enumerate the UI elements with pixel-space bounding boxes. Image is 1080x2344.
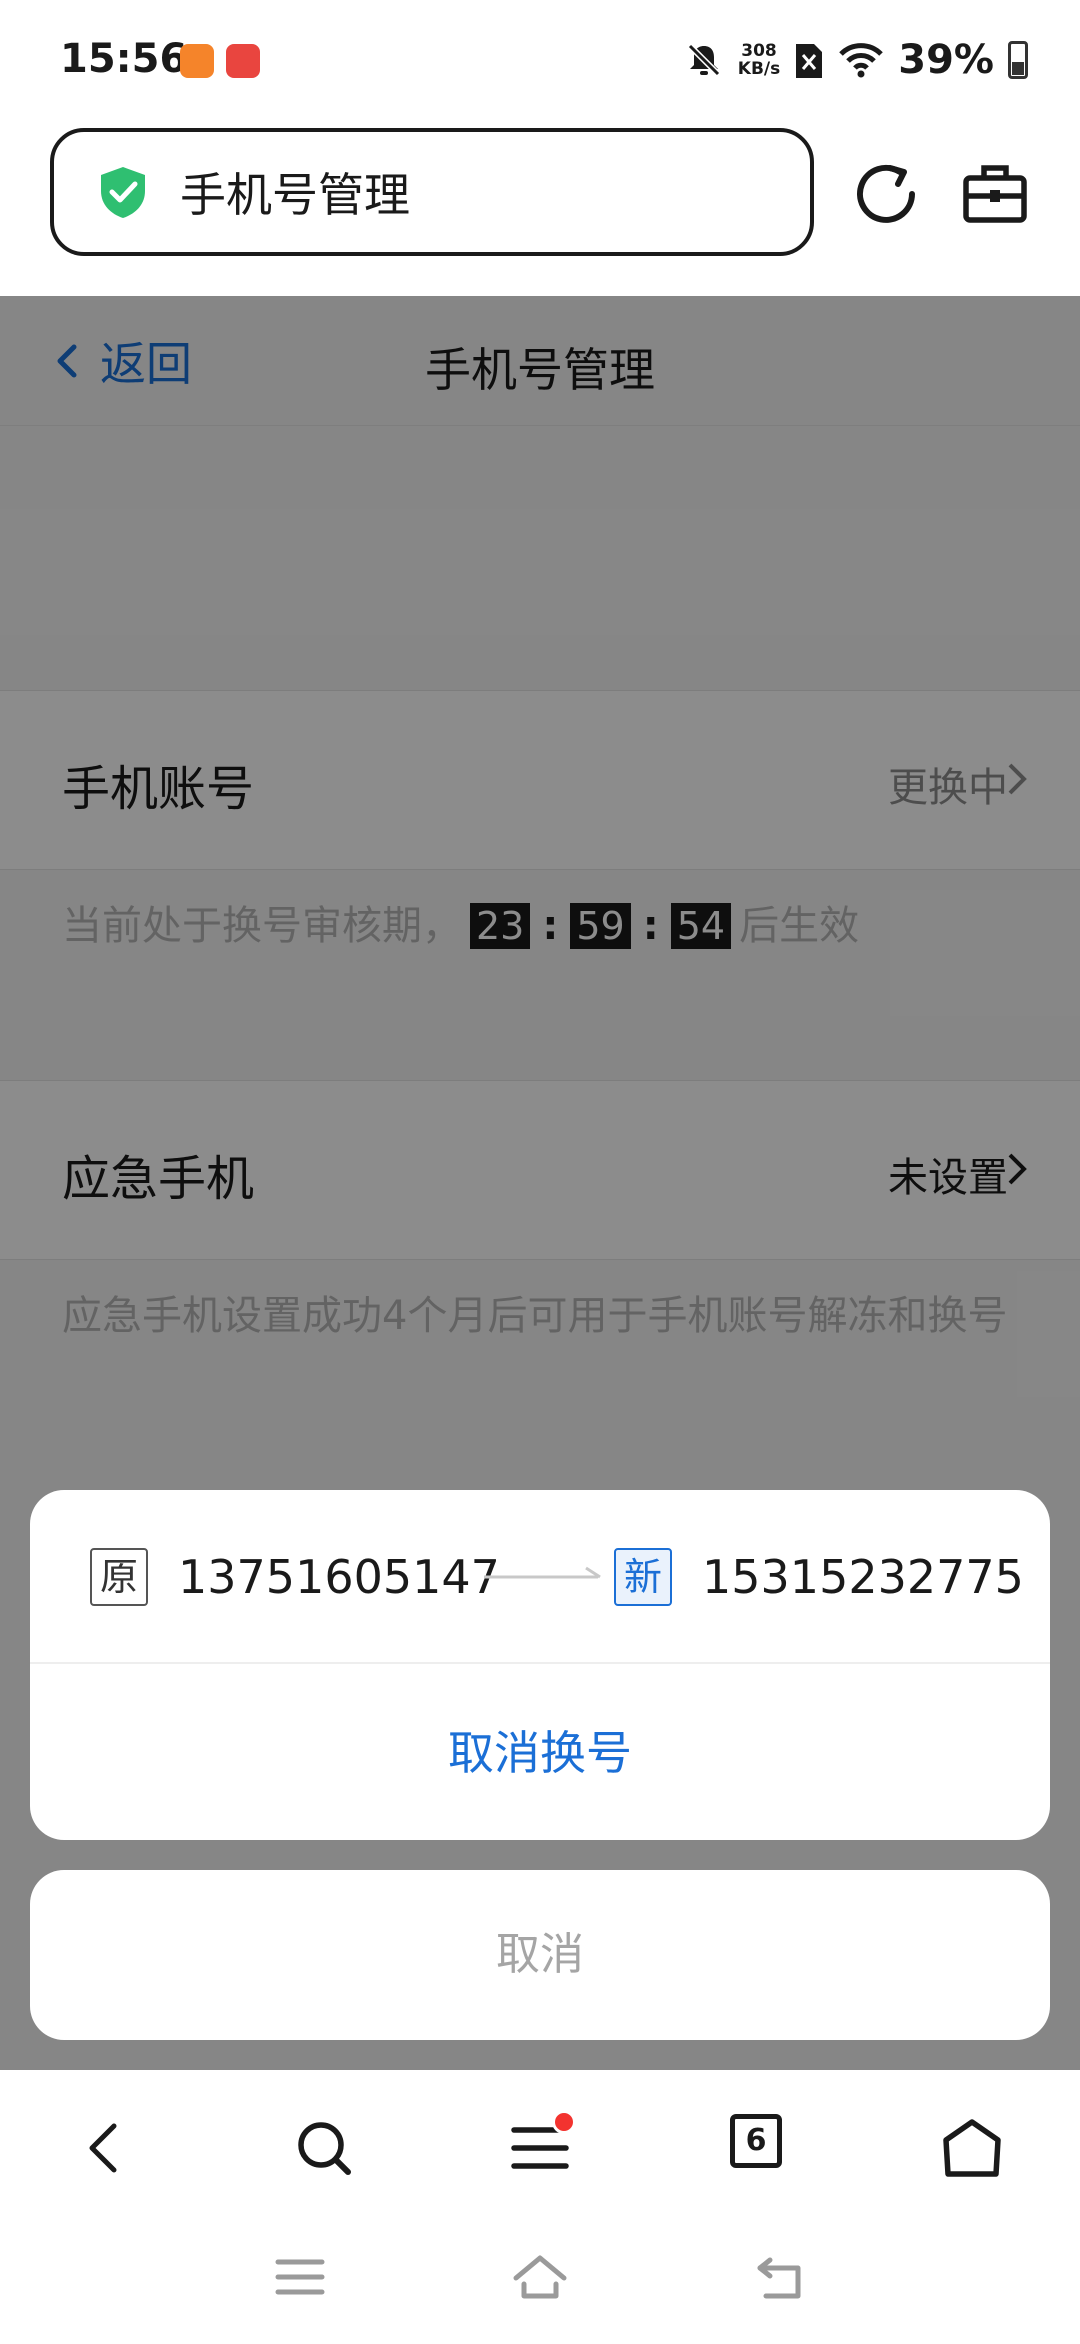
status-time: 15:56 bbox=[60, 36, 188, 82]
browser-toolbar: 6 bbox=[0, 2070, 1080, 2224]
new-number: 15315232775 bbox=[702, 1550, 1024, 1604]
battery-percent: 39% bbox=[898, 37, 994, 83]
bell-muted-icon bbox=[687, 43, 720, 77]
network-speed-unit: KB/s bbox=[737, 59, 781, 79]
refresh-icon[interactable] bbox=[856, 162, 920, 226]
address-title: 手机号管理 bbox=[180, 168, 410, 222]
recent-apps-icon[interactable] bbox=[272, 2252, 328, 2302]
network-speed: 308 KB/s bbox=[738, 42, 780, 78]
sim-off-icon bbox=[796, 44, 823, 78]
network-speed-value: 308 bbox=[741, 41, 777, 61]
system-navigation-bar bbox=[0, 2224, 1080, 2344]
old-number: 13751605147 bbox=[178, 1550, 500, 1604]
cancel-button[interactable]: 取消 bbox=[30, 1870, 1050, 2040]
status-bar: 15:56 308 KB/s 39% bbox=[0, 0, 1080, 120]
status-indicators: 308 KB/s 39% bbox=[684, 36, 1028, 84]
menu-notification-dot bbox=[552, 2110, 576, 2134]
old-number-tag: 原 bbox=[90, 1548, 148, 1606]
battery-icon bbox=[1008, 41, 1028, 79]
browser-address-bar: 手机号管理 bbox=[0, 120, 1080, 296]
new-number-tag: 新 bbox=[614, 1548, 672, 1606]
change-number-sheet: 原 13751605147 新 15315232775 取消换号 bbox=[30, 1490, 1050, 1840]
huawei-store-icon bbox=[226, 44, 260, 78]
cancel-change-button[interactable]: 取消换号 bbox=[30, 1666, 1050, 1840]
number-change-summary: 原 13751605147 新 15315232775 bbox=[30, 1490, 1050, 1664]
taobao-app-icon bbox=[180, 44, 214, 78]
tabs-icon[interactable]: 6 bbox=[730, 2114, 782, 2168]
address-field[interactable]: 手机号管理 bbox=[50, 128, 814, 256]
back-icon[interactable] bbox=[752, 2252, 808, 2302]
toolbox-icon[interactable] bbox=[962, 162, 1028, 226]
home-icon[interactable] bbox=[940, 2116, 1004, 2180]
home-icon[interactable] bbox=[512, 2252, 568, 2302]
secure-shield-icon bbox=[101, 167, 145, 218]
wifi-icon bbox=[839, 43, 884, 78]
back-icon[interactable] bbox=[74, 2116, 138, 2180]
arrow-right-icon bbox=[484, 1566, 601, 1579]
search-icon[interactable] bbox=[292, 2116, 356, 2180]
